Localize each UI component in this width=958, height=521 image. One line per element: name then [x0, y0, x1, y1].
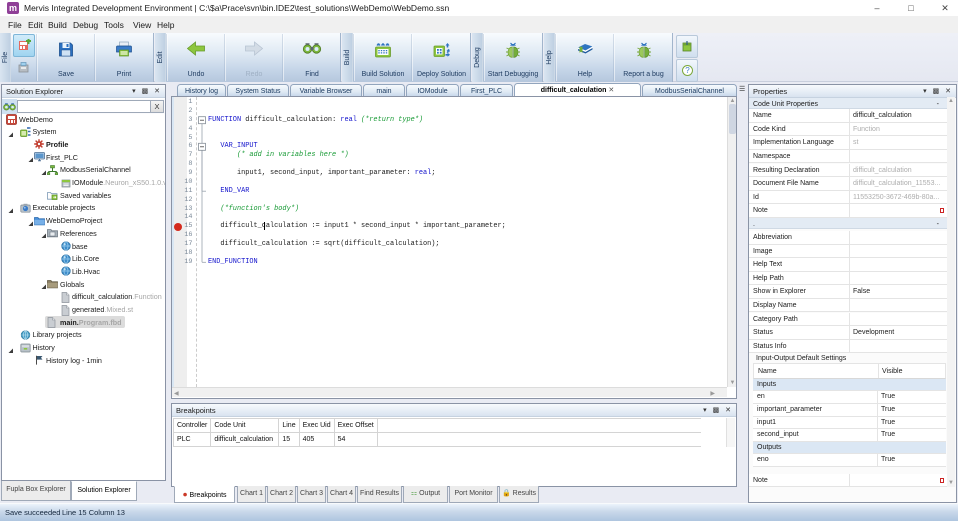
svg-text:?: ?: [685, 66, 690, 75]
